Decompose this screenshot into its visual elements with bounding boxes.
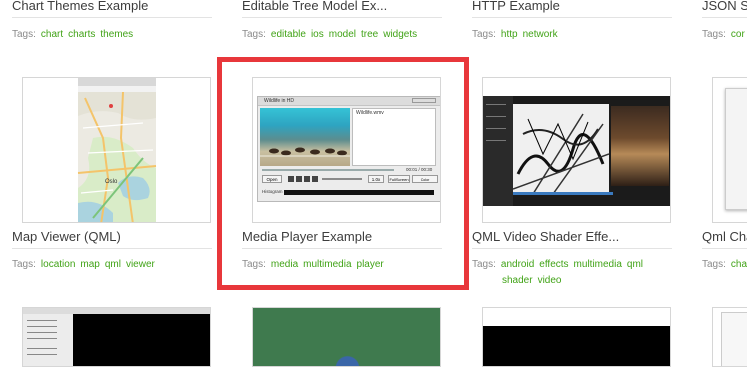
- app-window: [23, 308, 210, 366]
- tags-label: Tags:: [472, 29, 496, 40]
- tag-link[interactable]: cor: [731, 29, 745, 40]
- tag-link[interactable]: location: [41, 259, 75, 270]
- effects-sidebar: [483, 96, 513, 206]
- card-tags: Tags: android effects multimedia qml shader vi…: [472, 257, 672, 289]
- thumbnail-video-shader[interactable]: [482, 77, 671, 223]
- tag-link[interactable]: tree: [361, 29, 378, 40]
- divider: [12, 17, 212, 18]
- tags-label: Tags:: [242, 29, 266, 40]
- shader-window: [483, 96, 670, 206]
- thumbnail-row3-4[interactable]: [712, 307, 747, 367]
- divider: [242, 17, 442, 18]
- tag-link[interactable]: network: [523, 29, 558, 40]
- tags-label: Tags:: [12, 29, 36, 40]
- divider: [472, 17, 672, 18]
- thumbnail-row3-1[interactable]: [22, 307, 211, 367]
- card-title-map-viewer[interactable]: Map Viewer (QML): [12, 229, 121, 244]
- tag-link[interactable]: viewer: [126, 259, 155, 270]
- divider: [702, 248, 747, 249]
- tag-link[interactable]: android: [501, 259, 534, 270]
- tag-link[interactable]: charts: [68, 29, 95, 40]
- card-tags: Tags: cha: [702, 257, 747, 273]
- tag-link[interactable]: cha: [731, 259, 747, 270]
- shader-effect-image: [513, 104, 609, 194]
- tag-link[interactable]: qml: [105, 259, 121, 270]
- card-title-http[interactable]: HTTP Example: [472, 0, 560, 13]
- tag-link[interactable]: themes: [100, 29, 133, 40]
- tag-link[interactable]: video: [538, 275, 562, 286]
- thumbnail-qml-charts[interactable]: [712, 77, 747, 223]
- map-city-label: Oslo: [105, 179, 118, 185]
- tag-link[interactable]: editable: [271, 29, 306, 40]
- shader-slider[interactable]: [513, 192, 613, 195]
- map-screenshot: Oslo: [77, 78, 157, 222]
- tag-link[interactable]: chart: [41, 29, 63, 40]
- tag-link[interactable]: shader: [502, 275, 533, 286]
- video-preview: [611, 106, 669, 186]
- card-title-chart-themes[interactable]: Chart Themes Example: [12, 0, 148, 13]
- tag-link[interactable]: qml: [627, 259, 643, 270]
- card-title-video-shader[interactable]: QML Video Shader Effe...: [472, 229, 619, 244]
- card-tags: Tags: cor: [702, 27, 745, 43]
- highlight-box: [217, 57, 469, 290]
- tag-link[interactable]: effects: [539, 259, 568, 270]
- card-tags: Tags: chart charts themes: [12, 27, 133, 43]
- divider: [472, 248, 672, 249]
- divider: [12, 248, 212, 249]
- tag-link[interactable]: http: [501, 29, 518, 40]
- layer-panel: [23, 314, 73, 366]
- thumbnail-row3-2[interactable]: [252, 307, 441, 367]
- tags-label: Tags:: [702, 259, 726, 270]
- tag-link[interactable]: model: [329, 29, 356, 40]
- tag-link[interactable]: multimedia: [574, 259, 622, 270]
- card-tags: Tags: editable ios model tree widgets: [242, 27, 417, 43]
- tags-label: Tags:: [702, 29, 726, 40]
- tag-link[interactable]: widgets: [383, 29, 417, 40]
- thumbnail-map-viewer[interactable]: Oslo: [22, 77, 211, 223]
- card-tags: Tags: http network: [472, 27, 558, 43]
- card-title-json[interactable]: JSON Sa: [702, 0, 747, 13]
- tag-link[interactable]: map: [80, 259, 99, 270]
- divider: [702, 17, 747, 18]
- tag-link[interactable]: ios: [311, 29, 324, 40]
- tags-label: Tags:: [472, 259, 496, 270]
- tags-label: Tags:: [12, 259, 36, 270]
- charts-window: [725, 88, 747, 210]
- card-title-qml-charts[interactable]: Qml Cha: [702, 229, 747, 244]
- thumbnail-row3-3[interactable]: [482, 307, 671, 367]
- card-tags: Tags: location map qml viewer: [12, 257, 155, 273]
- card-title-editable-tree[interactable]: Editable Tree Model Ex...: [242, 0, 387, 13]
